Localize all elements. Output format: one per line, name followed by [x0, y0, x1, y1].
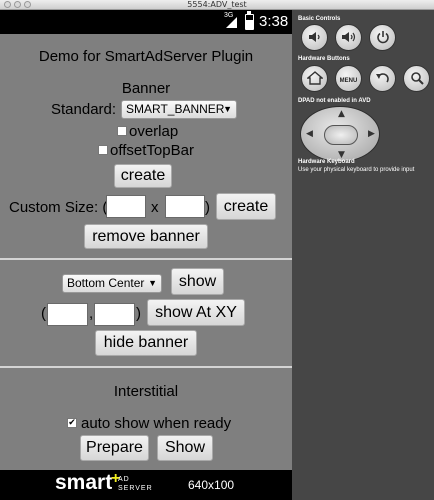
menu-button-label: MENU: [339, 78, 358, 84]
dpad-note: DPAD not enabled in AVD: [298, 98, 371, 104]
dropdown-arrow-icon: ▼: [148, 278, 157, 288]
volume-down-button[interactable]: [301, 24, 328, 51]
xy-close-paren: ): [136, 305, 141, 322]
section-divider: [0, 258, 292, 260]
back-arrow-icon: [375, 73, 389, 83]
menu-button[interactable]: MENU: [335, 65, 362, 92]
ad-size-label: 640x100: [188, 478, 235, 492]
banner-heading: Banner: [121, 80, 171, 97]
clock: 3:38: [259, 13, 289, 30]
section-divider: [0, 366, 292, 368]
x-position-input[interactable]: [47, 303, 88, 326]
phone-screen: 3G 3:38 Demo for SmartAdServer Plugin Ba…: [0, 10, 292, 500]
home-button[interactable]: [301, 65, 328, 92]
dpad-right-icon[interactable]: ▶: [368, 129, 375, 139]
y-position-input[interactable]: [94, 303, 135, 326]
ad-banner[interactable]: smart + AD SERVER 640x100: [0, 470, 292, 500]
xy-comma: ,: [89, 305, 94, 322]
close-window-icon[interactable]: [4, 1, 11, 8]
standard-label: Standard:: [51, 101, 117, 118]
ad-brand-text: smart: [55, 471, 113, 494]
dpad-center-button[interactable]: [324, 125, 358, 145]
window-title: 5554:ADV_test: [187, 0, 247, 9]
ad-sub-line1: AD: [118, 476, 130, 483]
remove-banner-button[interactable]: remove banner: [84, 224, 208, 249]
minimize-window-icon[interactable]: [14, 1, 21, 8]
overlap-checkbox[interactable]: [117, 126, 127, 136]
emulator-controls-panel: Basic Controls Hardware Buttons MENU DPA…: [292, 10, 434, 500]
banner-size-value: SMART_BANNER: [126, 102, 225, 116]
show-at-xy-button[interactable]: show At XY: [147, 299, 245, 326]
interstitial-show-button[interactable]: Show: [157, 435, 213, 461]
custom-create-button[interactable]: create: [216, 193, 276, 220]
hardware-keyboard-heading: Hardware Keyboard: [298, 159, 355, 165]
volume-up-button[interactable]: [335, 24, 362, 51]
power-button[interactable]: [369, 24, 396, 51]
basic-controls-heading: Basic Controls: [298, 16, 341, 22]
search-icon: [410, 72, 424, 85]
home-icon: [305, 71, 324, 85]
banner-size-select[interactable]: SMART_BANNER ▼: [121, 100, 237, 119]
prepare-button[interactable]: Prepare: [80, 435, 149, 461]
show-button[interactable]: show: [171, 268, 224, 295]
interstitial-heading: Interstitial: [113, 383, 179, 400]
position-value: Bottom Center: [67, 276, 145, 290]
xy-open-paren: (: [41, 305, 46, 322]
custom-size-label: Custom Size: (: [9, 199, 108, 216]
custom-height-input[interactable]: [165, 195, 205, 218]
hide-banner-button[interactable]: hide banner: [95, 330, 197, 356]
size-separator: x: [151, 199, 159, 216]
offset-top-bar-checkbox[interactable]: [98, 145, 108, 155]
dpad-up-icon[interactable]: ▲: [338, 109, 345, 119]
auto-show-checkbox[interactable]: ✔: [67, 418, 77, 428]
battery-icon: [245, 11, 254, 30]
overlap-label: overlap: [129, 123, 179, 140]
size-close-paren: ): [205, 199, 210, 216]
page-title: Demo for SmartAdServer Plugin: [38, 48, 254, 65]
status-bar: 3G 3:38: [0, 10, 292, 34]
search-button[interactable]: [403, 65, 430, 92]
dpad-control[interactable]: ▲ ▼ ◀ ▶: [300, 106, 380, 162]
dropdown-arrow-icon: ▼: [223, 104, 232, 114]
volume-down-icon: [308, 32, 320, 42]
back-button[interactable]: [369, 65, 396, 92]
position-select[interactable]: Bottom Center ▼: [62, 274, 162, 293]
volume-up-icon: [341, 32, 355, 42]
window-title-bar: 5554:ADV_test: [0, 0, 434, 10]
zoom-window-icon[interactable]: [24, 1, 31, 8]
offset-top-bar-label: offsetTopBar: [110, 142, 194, 159]
create-button[interactable]: create: [114, 164, 172, 188]
auto-show-label: auto show when ready: [81, 415, 232, 432]
hardware-buttons-heading: Hardware Buttons: [298, 56, 350, 62]
dpad-left-icon[interactable]: ◀: [306, 129, 313, 139]
custom-width-input[interactable]: [106, 195, 146, 218]
power-icon: [376, 31, 389, 44]
network-type-label: 3G: [224, 12, 234, 19]
hardware-keyboard-note: Use your physical keyboard to provide in…: [298, 167, 415, 173]
ad-sub-line2: SERVER: [118, 485, 153, 492]
